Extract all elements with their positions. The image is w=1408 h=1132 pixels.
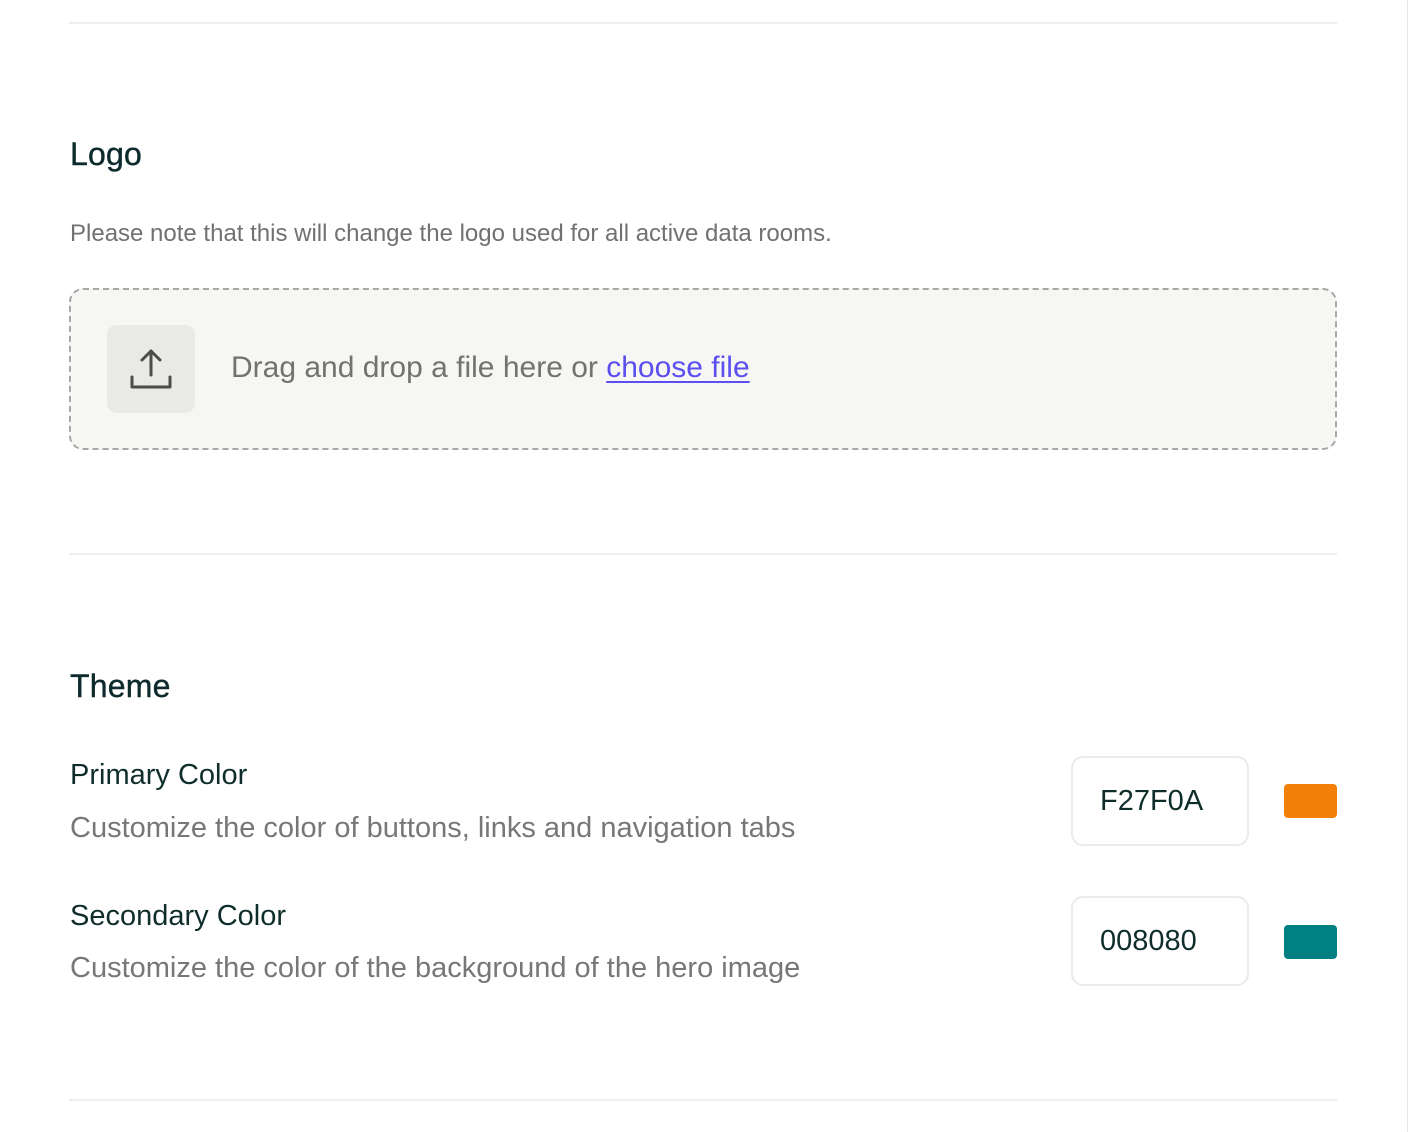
primary-color-description: Customize the color of buttons, links an…	[70, 812, 796, 844]
secondary-color-description: Customize the color of the background of…	[70, 952, 801, 984]
logo-note: Please note that this will change the lo…	[70, 220, 832, 247]
choose-file-link[interactable]: choose file	[606, 351, 749, 384]
primary-color-label: Primary Color	[70, 759, 248, 791]
top-divider	[69, 22, 1337, 24]
dropzone-text: Drag and drop a file here or	[231, 351, 607, 384]
primary-color-input[interactable]	[1071, 756, 1249, 846]
secondary-color-swatch[interactable]	[1284, 925, 1337, 959]
section-divider	[69, 553, 1337, 555]
secondary-color-input[interactable]	[1071, 896, 1249, 986]
theme-section-title: Theme	[70, 668, 171, 704]
secondary-color-label: Secondary Color	[70, 900, 286, 932]
upload-icon-box	[107, 325, 195, 413]
bottom-divider	[69, 1099, 1337, 1101]
dropzone-instructions: Drag and drop a file here or choose file	[231, 350, 750, 386]
logo-dropzone[interactable]: Drag and drop a file here or choose file	[69, 288, 1337, 450]
upload-icon	[130, 349, 172, 389]
primary-color-swatch[interactable]	[1284, 784, 1337, 818]
logo-section-title: Logo	[70, 136, 142, 172]
